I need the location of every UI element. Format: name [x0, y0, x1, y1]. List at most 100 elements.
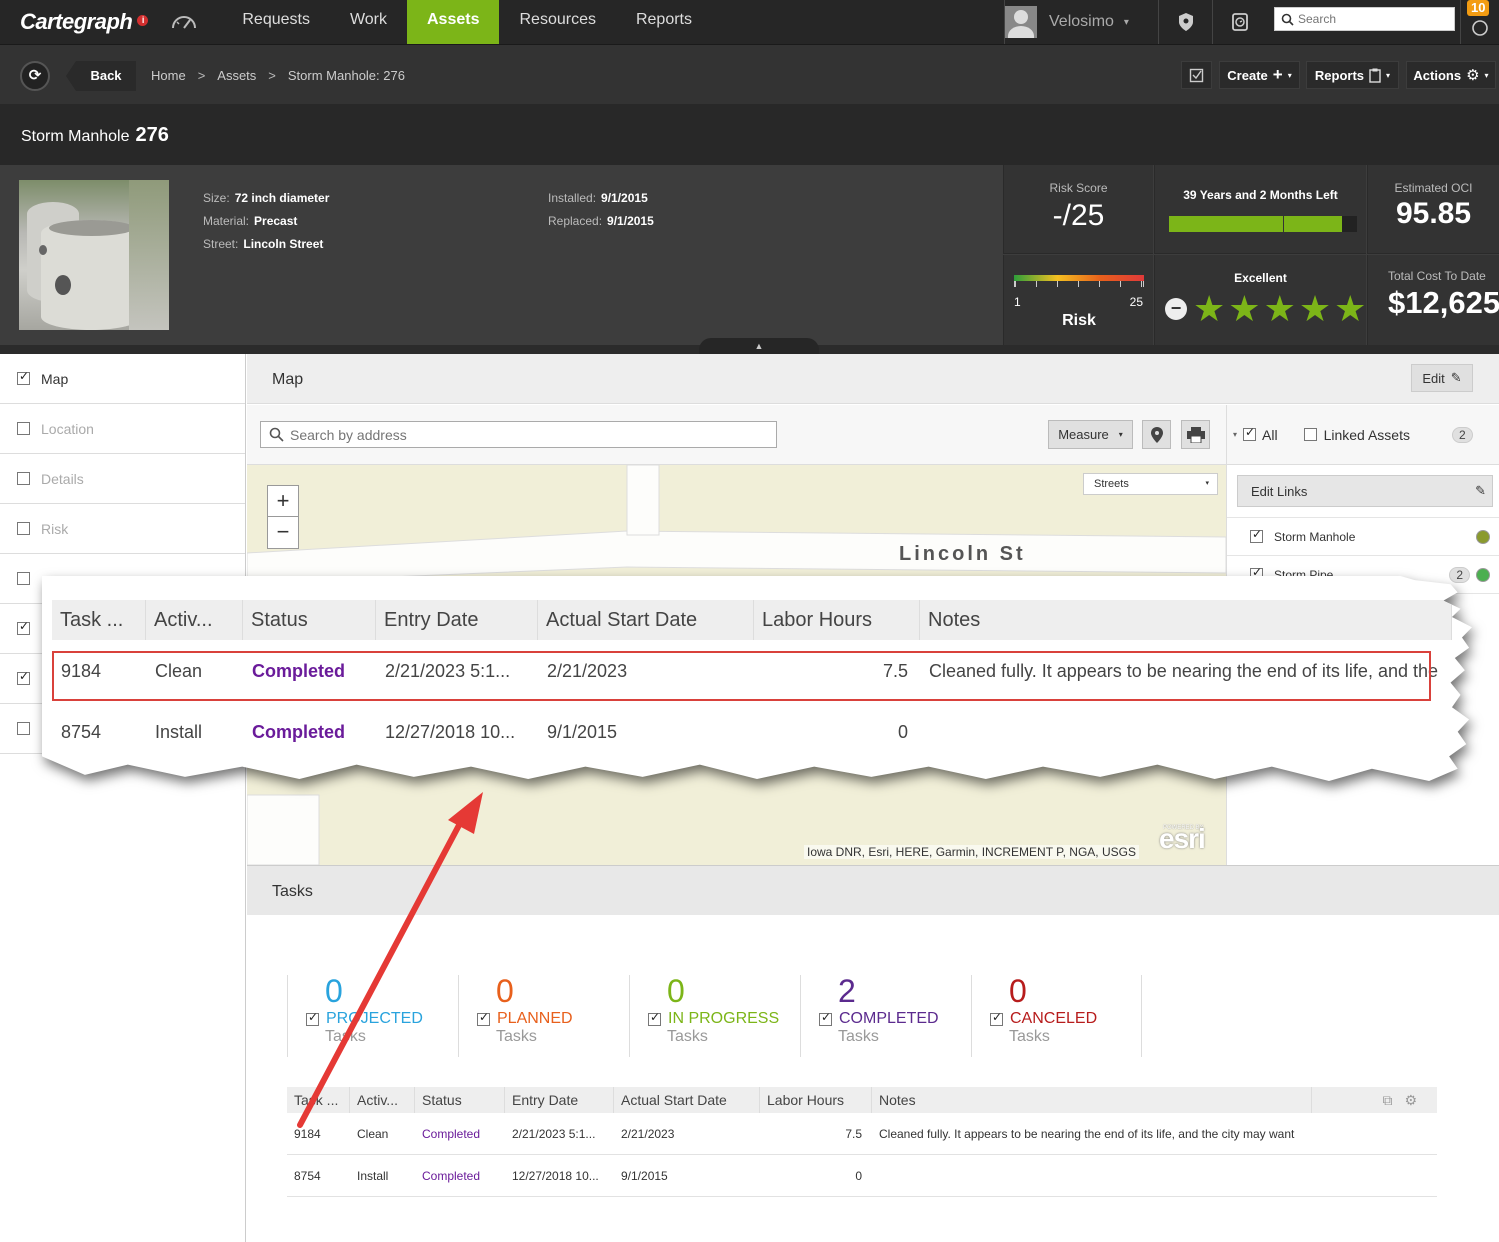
gear-icon[interactable]: ⚙	[1404, 1092, 1417, 1108]
map-edit-button[interactable]: Edit ✎	[1411, 364, 1473, 392]
external-link-icon[interactable]: ⧉	[1382, 1092, 1392, 1108]
linked-asset-name: Storm Manhole	[1274, 529, 1356, 544]
dashboard-gauge-icon[interactable]	[170, 14, 198, 30]
risk-tile[interactable]: 1 25 Risk	[1003, 255, 1153, 345]
column-header[interactable]: Status	[415, 1087, 505, 1113]
column-header[interactable]: Actual Start Date	[614, 1087, 760, 1113]
chevron-down-icon: ▾	[1118, 430, 1123, 439]
breadcrumb-current: Storm Manhole: 276	[287, 68, 405, 83]
reports-label: Reports	[1314, 67, 1365, 83]
section-toggle-3[interactable]: Risk	[0, 504, 245, 554]
collapse-summary-tab[interactable]: ▲	[699, 338, 819, 354]
linked-asset-row[interactable]: Storm Manhole	[1227, 518, 1499, 556]
table-cell: 9184	[294, 1126, 321, 1141]
cost-tile[interactable]: Total Cost To Date $12,625	[1367, 255, 1499, 345]
table-cell: Clean	[357, 1126, 389, 1141]
column-header[interactable]: Task ...	[287, 1087, 350, 1113]
oci-tile[interactable]: Estimated OCI 95.85	[1367, 165, 1499, 254]
installed-value: 9/1/2015	[601, 191, 648, 205]
user-menu[interactable]: Velosimo ▾	[1004, 0, 1158, 44]
stat-checkbox[interactable]	[819, 1010, 832, 1026]
print-button[interactable]	[1181, 420, 1210, 449]
section-checkbox[interactable]	[17, 522, 30, 535]
history-button[interactable]	[1212, 0, 1266, 44]
table-row[interactable]: 9184 Clean Completed 2/21/2023 5:1... 2/21/2…	[287, 1113, 1437, 1155]
section-toggle-1[interactable]: Location	[0, 404, 245, 454]
linked-asset-checkbox[interactable]	[1250, 527, 1263, 543]
task-stat-completed[interactable]: 2COMPLETEDTasks	[800, 975, 971, 1057]
section-checkbox[interactable]	[17, 619, 30, 635]
section-toggle-0[interactable]: Map	[0, 354, 245, 404]
linked-assets-checkbox[interactable]	[1303, 428, 1317, 441]
edit-links-button[interactable]: Edit Links ✎	[1237, 475, 1493, 507]
risk-score-label: Risk Score	[1049, 181, 1108, 195]
nav-assets[interactable]: Assets	[407, 0, 500, 44]
zoom-in-button[interactable]: +	[268, 486, 298, 517]
all-checkbox[interactable]	[1243, 425, 1257, 441]
column-header[interactable]: Activ...	[350, 1087, 415, 1113]
section-toggle-2[interactable]: Details	[0, 454, 245, 504]
search-icon	[269, 427, 284, 442]
info-icon[interactable]: i	[137, 15, 149, 26]
address-search-input[interactable]	[290, 426, 760, 443]
section-checkbox[interactable]	[17, 472, 30, 485]
address-search[interactable]	[260, 421, 777, 448]
stat-label-text: COMPLETED	[839, 1010, 939, 1027]
section-checkbox[interactable]	[17, 572, 30, 585]
stat-checkbox[interactable]	[990, 1010, 1003, 1026]
chevron-down-icon[interactable]: ▾	[1233, 430, 1237, 439]
section-checkbox[interactable]	[17, 369, 30, 385]
section-checkbox[interactable]	[17, 422, 30, 435]
select-button[interactable]	[1181, 61, 1212, 89]
risk-score-tile[interactable]: Risk Score -/25	[1003, 165, 1153, 254]
task-stat-planned[interactable]: 0PLANNEDTasks	[458, 975, 629, 1057]
measure-button[interactable]: Measure ▾	[1048, 420, 1133, 449]
task-stat-projected[interactable]: 0PROJECTEDTasks	[287, 975, 458, 1057]
zoom-out-button[interactable]: −	[268, 517, 298, 548]
callout-cell: Install	[155, 721, 203, 742]
security-button[interactable]	[1158, 0, 1212, 44]
nav-reports[interactable]: Reports	[616, 0, 712, 44]
nav-work[interactable]: Work	[330, 0, 407, 44]
asset-photo[interactable]	[19, 180, 169, 330]
risk-max: 25	[1129, 295, 1143, 309]
back-button[interactable]: Back	[66, 61, 136, 91]
section-checkbox[interactable]	[17, 669, 30, 685]
stat-checkbox[interactable]	[477, 1010, 490, 1026]
remaining-life-tile[interactable]: 39 Years and 2 Months Left	[1154, 165, 1366, 254]
column-header[interactable]: Notes	[872, 1087, 1312, 1113]
search-input[interactable]	[1298, 12, 1448, 26]
table-cell: Completed	[422, 1168, 481, 1183]
create-button[interactable]: Create + ▾	[1219, 61, 1300, 89]
tasks-header: Tasks	[247, 865, 1499, 915]
section-label: Details	[41, 470, 84, 487]
star-icon: ★	[1263, 288, 1296, 329]
task-stat-canceled[interactable]: 0CANCELEDTasks	[971, 975, 1142, 1057]
task-stat-in-progress[interactable]: 0IN PROGRESSTasks	[629, 975, 800, 1057]
global-search[interactable]	[1274, 7, 1455, 31]
column-header[interactable]: Entry Date	[505, 1087, 614, 1113]
record-type: Storm Manhole	[21, 128, 130, 145]
section-checkbox[interactable]	[17, 722, 30, 735]
table-row[interactable]: 8754 Install Completed 12/27/2018 10... 9/1/…	[287, 1155, 1437, 1197]
sub-header: ⟳ Back Home > Assets > Storm Manhole: 27…	[0, 44, 1499, 104]
map-attribution: Iowa DNR, Esri, HERE, Garmin, INCREMENT …	[804, 845, 1139, 859]
section-label: Location	[41, 420, 94, 437]
remaining-life-fill	[1169, 216, 1342, 232]
reports-button[interactable]: Reports ▾	[1306, 61, 1399, 89]
breadcrumb-home[interactable]: Home	[151, 68, 186, 83]
nav-resources[interactable]: Resources	[499, 0, 615, 44]
stat-checkbox[interactable]	[648, 1010, 661, 1026]
condition-tile[interactable]: Excellent − ★ ★ ★ ★ ★	[1154, 255, 1366, 345]
locate-button[interactable]	[1142, 420, 1171, 449]
cartegraph-logo[interactable]: Cartegraph i	[20, 9, 149, 35]
basemap-select[interactable]: Streets ▾	[1083, 473, 1218, 495]
refresh-button[interactable]: ⟳	[20, 61, 50, 91]
actions-button[interactable]: Actions ⚙ ▾	[1406, 61, 1496, 89]
callout-column-header: Labor Hours	[754, 600, 920, 640]
stat-checkbox[interactable]	[306, 1010, 319, 1026]
minus-icon[interactable]: −	[1165, 298, 1187, 320]
nav-requests[interactable]: Requests	[222, 0, 330, 44]
breadcrumb-assets[interactable]: Assets	[217, 68, 256, 83]
column-header[interactable]: Labor Hours	[760, 1087, 872, 1113]
